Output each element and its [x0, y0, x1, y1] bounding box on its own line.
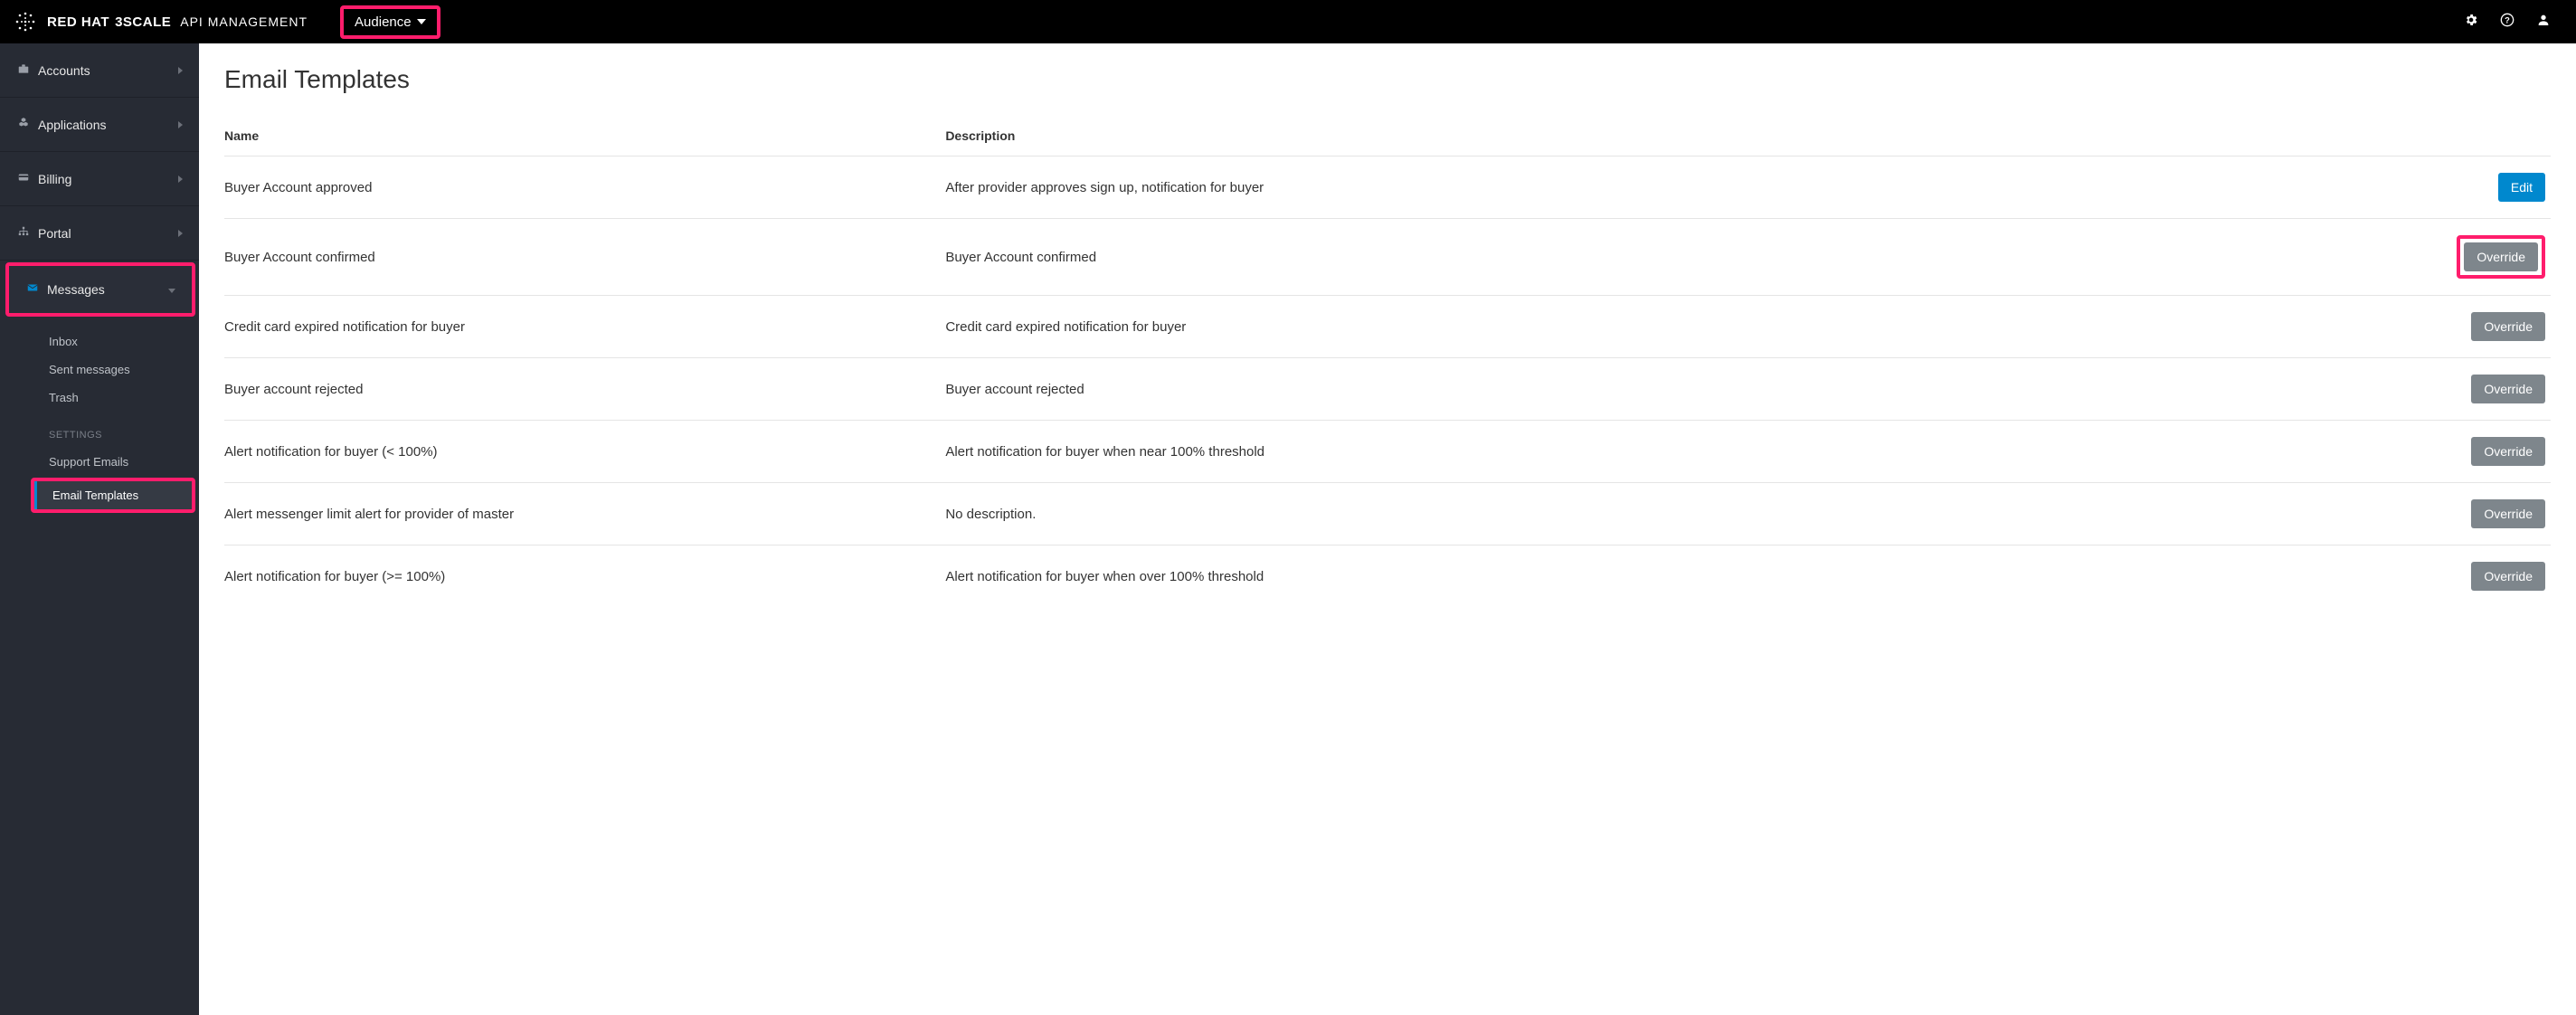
template-action-cell: Override: [2202, 421, 2551, 483]
sidebar-item-label: Portal: [38, 226, 178, 241]
chevron-right-icon: [178, 227, 183, 240]
override-button[interactable]: Override: [2471, 312, 2545, 341]
override-button[interactable]: Override: [2471, 437, 2545, 466]
sidebar-item-messages[interactable]: Messages: [9, 266, 192, 313]
context-dropdown-label: Audience: [355, 14, 412, 30]
brand-text-1: RED HAT: [47, 14, 109, 30]
chevron-down-icon: [168, 283, 175, 296]
template-description: After provider approves sign up, notific…: [945, 157, 2202, 219]
table-row: Alert notification for buyer (< 100%)Ale…: [224, 421, 2551, 483]
table-row: Buyer account rejectedBuyer account reje…: [224, 358, 2551, 421]
sidebar: Accounts Applications Billing Portal Mes…: [0, 43, 199, 1015]
chevron-right-icon: [178, 119, 183, 131]
sub-item-support-emails[interactable]: Support Emails: [0, 448, 199, 476]
template-name: Buyer Account approved: [224, 157, 945, 219]
chevron-down-icon: [417, 19, 426, 24]
override-button[interactable]: Override: [2471, 499, 2545, 528]
template-name: Credit card expired notification for buy…: [224, 296, 945, 358]
credit-card-icon: [16, 171, 38, 187]
sidebar-item-applications[interactable]: Applications: [0, 98, 199, 152]
brand-text-2: 3SCALE: [115, 14, 171, 30]
template-action-cell: Override: [2202, 358, 2551, 421]
table-row: Buyer Account confirmedBuyer Account con…: [224, 219, 2551, 296]
template-action-cell: Edit: [2202, 157, 2551, 219]
template-name: Buyer account rejected: [224, 358, 945, 421]
highlighted-action: Override: [2457, 235, 2545, 279]
sidebar-item-billing[interactable]: Billing: [0, 152, 199, 206]
sub-item-email-templates[interactable]: Email Templates: [34, 481, 192, 509]
table-row: Alert messenger limit alert for provider…: [224, 483, 2551, 545]
template-action-cell: Override: [2202, 219, 2551, 296]
template-name: Alert messenger limit alert for provider…: [224, 483, 945, 545]
context-dropdown[interactable]: Audience: [340, 5, 440, 39]
table-row: Alert notification for buyer (>= 100%)Al…: [224, 545, 2551, 608]
sidebar-item-label: Billing: [38, 172, 178, 186]
col-header-description: Description: [945, 119, 2202, 157]
override-button[interactable]: Override: [2471, 562, 2545, 591]
sidebar-item-portal[interactable]: Portal: [0, 206, 199, 261]
sidebar-item-label: Accounts: [38, 63, 178, 78]
template-description: Buyer Account confirmed: [945, 219, 2202, 296]
table-row: Buyer Account approvedAfter provider app…: [224, 157, 2551, 219]
chevron-right-icon: [178, 64, 183, 77]
sidebar-item-accounts[interactable]: Accounts: [0, 43, 199, 98]
template-action-cell: Override: [2202, 545, 2551, 608]
template-description: Alert notification for buyer when over 1…: [945, 545, 2202, 608]
template-action-cell: Override: [2202, 296, 2551, 358]
template-description: Credit card expired notification for buy…: [945, 296, 2202, 358]
template-description: No description.: [945, 483, 2202, 545]
template-name: Alert notification for buyer (< 100%): [224, 421, 945, 483]
override-button[interactable]: Override: [2464, 242, 2538, 271]
sidebar-item-label: Messages: [47, 282, 168, 297]
briefcase-icon: [16, 62, 38, 79]
settings-heading: Settings: [0, 422, 199, 448]
table-row: Credit card expired notification for buy…: [224, 296, 2551, 358]
main-content: Email Templates Name Description Buyer A…: [199, 43, 2576, 1015]
sidebar-item-label: Applications: [38, 118, 178, 132]
help-icon[interactable]: ?: [2489, 13, 2525, 31]
page-title: Email Templates: [224, 65, 2551, 94]
templates-table: Name Description Buyer Account approvedA…: [224, 119, 2551, 607]
sub-item-sent[interactable]: Sent messages: [0, 356, 199, 384]
cubes-icon: [16, 117, 38, 133]
template-action-cell: Override: [2202, 483, 2551, 545]
sub-item-inbox[interactable]: Inbox: [0, 327, 199, 356]
sub-item-trash[interactable]: Trash: [0, 384, 199, 412]
sitemap-icon: [16, 225, 38, 242]
envelope-icon: [25, 281, 47, 298]
topbar: RED HAT 3SCALE API MANAGEMENT Audience ?: [0, 0, 2576, 43]
edit-button[interactable]: Edit: [2498, 173, 2545, 202]
col-header-name: Name: [224, 119, 945, 157]
template-description: Buyer account rejected: [945, 358, 2202, 421]
brand-logo: [14, 11, 36, 33]
template-description: Alert notification for buyer when near 1…: [945, 421, 2202, 483]
template-name: Alert notification for buyer (>= 100%): [224, 545, 945, 608]
gear-icon[interactable]: [2453, 13, 2489, 31]
template-name: Buyer Account confirmed: [224, 219, 945, 296]
chevron-right-icon: [178, 173, 183, 185]
user-icon[interactable]: [2525, 13, 2562, 31]
product-text: API MANAGEMENT: [180, 14, 308, 29]
override-button[interactable]: Override: [2471, 375, 2545, 403]
messages-submenu: Inbox Sent messages Trash Settings Suppo…: [0, 318, 199, 533]
svg-text:?: ?: [2505, 15, 2510, 24]
